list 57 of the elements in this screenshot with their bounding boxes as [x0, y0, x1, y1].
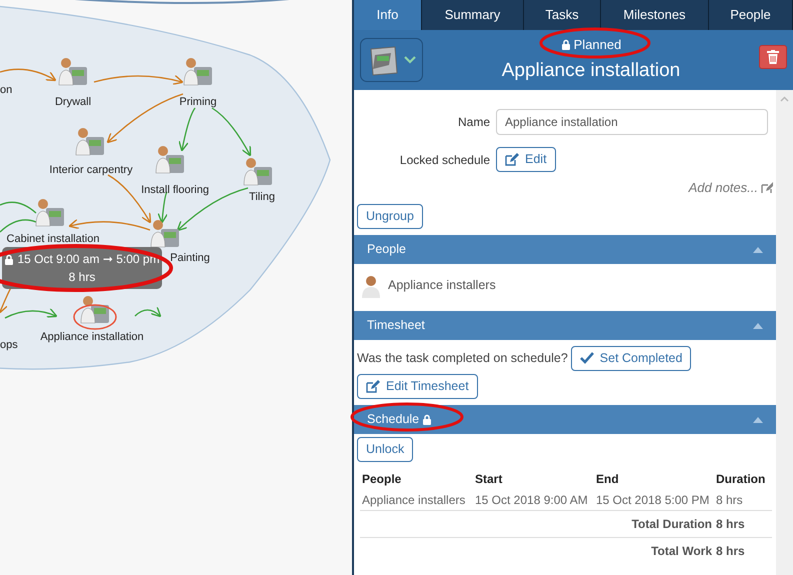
- table-cell: Appliance installers: [360, 490, 473, 510]
- check-icon: [580, 352, 594, 364]
- node-label: Tiling: [249, 190, 275, 205]
- task-title: Appliance installation: [502, 58, 680, 82]
- person-name: Appliance installers: [388, 277, 496, 294]
- column-header: Duration: [715, 470, 766, 488]
- tooltip-text: 8 hrs: [68, 269, 96, 286]
- add-notes-link[interactable]: Add notes...: [688, 178, 773, 198]
- edit-icon[interactable]: [761, 182, 773, 194]
- column-header: End: [595, 470, 620, 488]
- edit-icon: [505, 153, 519, 166]
- section-header[interactable]: Timesheet: [354, 310, 776, 340]
- node-label: ops: [0, 338, 18, 353]
- table-cell: 15 Oct 2018 9:00 AM: [473, 490, 594, 510]
- node-label: Painting: [170, 251, 210, 266]
- node-label: Cabinet installation: [6, 232, 100, 247]
- edit-button[interactable]: Edit: [496, 147, 556, 172]
- total-label: Total Duration: [632, 516, 712, 530]
- status-label: Planned: [560, 35, 622, 54]
- question-text: Was the task completed on schedule?: [357, 350, 568, 367]
- connector-arrow: [0, 68, 56, 82]
- total-label: Total Work: [651, 544, 712, 558]
- collapse-icon[interactable]: [753, 416, 763, 422]
- edit-icon: [366, 380, 380, 392]
- section-header[interactable]: People: [354, 234, 776, 264]
- total-value: 8 hrs: [716, 516, 745, 530]
- tab[interactable]: Info: [354, 0, 422, 30]
- node-label: Install flooring: [141, 183, 209, 198]
- connector-arrow: [134, 306, 162, 318]
- trash-icon: [767, 50, 779, 64]
- field-label: Locked schedule: [398, 152, 490, 168]
- unlock-button[interactable]: Unlock: [357, 436, 414, 462]
- edit-timesheet-button[interactable]: Edit Timesheet: [357, 374, 478, 398]
- connector-arrow: [158, 192, 168, 224]
- name-field[interactable]: Appliance installation: [496, 109, 768, 135]
- person-icon: [360, 274, 382, 298]
- table-cell: 8 hrs: [714, 490, 772, 510]
- chevron-down-icon[interactable]: [404, 56, 416, 64]
- node-label: Interior carpentry: [49, 163, 133, 178]
- node-label: Drywall: [54, 95, 92, 110]
- node-label: on: [0, 83, 12, 98]
- ungroup-button[interactable]: Ungroup: [357, 204, 423, 228]
- column-header: People: [361, 470, 402, 488]
- scroll-up-icon[interactable]: [780, 96, 789, 102]
- total-value: 8 hrs: [716, 544, 745, 558]
- scrollbar[interactable]: [776, 90, 793, 575]
- collapse-icon[interactable]: [753, 246, 763, 252]
- connector-arrow: [212, 107, 252, 156]
- collapse-icon[interactable]: [753, 322, 763, 328]
- table-cell: 15 Oct 2018 5:00 PM: [594, 490, 714, 510]
- delete-button[interactable]: [759, 45, 787, 69]
- node-label: Priming: [179, 95, 217, 110]
- node-label: Appliance installation: [40, 330, 144, 345]
- task-icon-button[interactable]: [360, 38, 423, 82]
- field-label: Name: [456, 114, 490, 131]
- column-header: Start: [474, 470, 504, 488]
- set-completed-button[interactable]: Set Completed: [570, 346, 692, 370]
